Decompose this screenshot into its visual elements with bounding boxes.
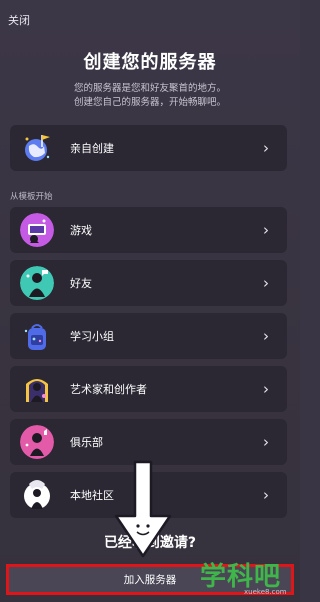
chevron-right-icon: › (263, 380, 269, 398)
artist-icon (20, 372, 54, 406)
template-label: 好友 (70, 277, 92, 290)
create-own-label: 亲自创建 (70, 142, 114, 155)
template-friends[interactable]: 好友 › (10, 260, 287, 306)
template-gaming[interactable]: 游戏 › (10, 207, 287, 253)
globe-flag-icon (20, 131, 54, 165)
chevron-right-icon: › (263, 274, 269, 292)
create-own-server-option[interactable]: 亲自创建 › (10, 125, 287, 171)
join-server-label: 加入服务器 (123, 574, 177, 586)
chevron-right-icon: › (263, 139, 269, 157)
friends-icon (20, 266, 54, 300)
template-label: 俱乐部 (70, 436, 103, 449)
template-label: 学习小组 (70, 330, 114, 343)
templates-section-label: 从模板开始 (10, 192, 53, 202)
gaming-icon (20, 213, 54, 247)
template-label: 游戏 (70, 224, 92, 237)
page-title: 创建您的服务器 (83, 52, 217, 73)
template-study-group[interactable]: 学习小组 › (10, 313, 287, 359)
template-artists-creators[interactable]: 艺术家和创作者 › (10, 366, 287, 412)
template-label: 艺术家和创作者 (70, 383, 147, 396)
invite-prompt: 已经收到邀请? (103, 535, 197, 551)
template-club[interactable]: 俱乐部 › (10, 419, 287, 465)
template-local-community[interactable]: 本地社区 › (10, 472, 287, 518)
create-server-screen: 关闭 创建您的服务器 您的服务器是您和好友聚首的地方。 创建您自己的服务器，开始… (0, 0, 300, 602)
template-label: 本地社区 (70, 489, 114, 502)
chevron-right-icon: › (263, 486, 269, 504)
chevron-right-icon: › (263, 433, 269, 451)
local-community-icon (20, 478, 54, 512)
club-icon (20, 425, 54, 459)
chevron-right-icon: › (263, 221, 269, 239)
subtitle-line-2: 创建您自己的服务器，开始畅聊吧。 (73, 97, 226, 108)
join-server-button[interactable]: 加入服务器 (6, 564, 294, 595)
chevron-right-icon: › (263, 327, 269, 345)
study-group-icon (20, 319, 54, 353)
subtitle-line-1: 您的服务器是您和好友聚首的地方。 (73, 83, 226, 94)
close-button[interactable]: 关闭 (8, 12, 30, 28)
